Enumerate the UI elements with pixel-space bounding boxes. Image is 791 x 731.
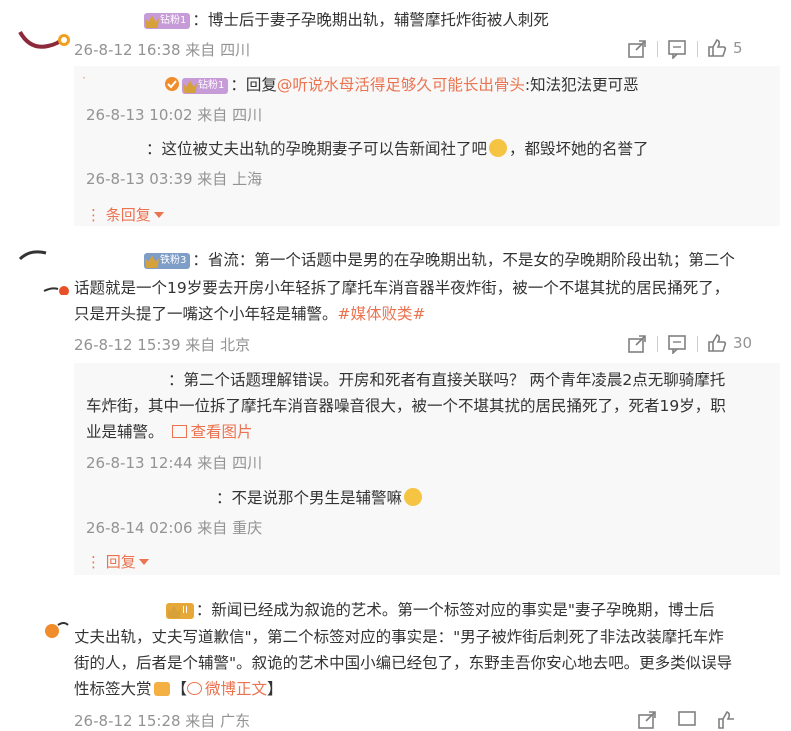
comment-meta: 26-8-12 15:39 来自 北京 (74, 336, 251, 354)
bracket-open: 【 (171, 680, 188, 698)
comment-text: ：博士后于妻子孕晚期出轨，辅警摩托炸街被人刺死 (192, 11, 549, 29)
comment-2: 铁粉3 ：省流：第一个话题中是男的在孕晚期出轨，不是女的孕晚期阶段出轨；第二个 话… (0, 235, 791, 585)
reply-text-line2: 车炸街，其中一位拆了摩托车消音器噪音很大，被一个不堪其扰的居民捅死了，死者19岁… (86, 397, 726, 415)
avatar-fragment-icon[interactable] (18, 28, 70, 58)
reply-prefix: ：回复 (230, 76, 277, 94)
reply-text: ：这位被丈夫出轨的孕晚期妻子可以告新闻社了吧 (146, 140, 488, 158)
share-icon[interactable] (627, 334, 647, 354)
mention-link[interactable]: @听说水母活得足够久可能长出骨头 (277, 76, 525, 94)
reply-meta: 26-8-13 12:44 来自 四川 (86, 454, 263, 472)
comment-meta: 26-8-12 16:38 来自 四川 (74, 41, 251, 59)
reply-meta: 26-8-14 02:06 来自 重庆 (86, 519, 263, 537)
like-icon[interactable] (717, 710, 737, 730)
fan-badge: II (166, 603, 194, 619)
fan-badge: 钻粉1 (182, 78, 229, 94)
pointing-hand-icon (153, 682, 170, 696)
comment-text-line1: ：新闻已经成为叙诡的艺术。第一个标签对应的事实是"妻子孕晚期，博士后 (195, 601, 715, 619)
weibo-post-link[interactable]: 微博正文 (187, 680, 267, 698)
comment-icon[interactable] (667, 39, 687, 59)
comment-text-line4: 性标签大赏 (74, 680, 152, 698)
comment-1: 钻粉1 ：博士后于妻子孕晚期出轨，辅警摩托炸街被人刺死 26-8-12 16:38… (0, 0, 791, 235)
bracket-close: 】 (267, 680, 283, 698)
reply-text: ：不是说那个男生是辅警嘛 (216, 489, 403, 507)
like-count: 30 (733, 334, 753, 352)
comment-icon[interactable] (667, 334, 687, 354)
image-icon (171, 425, 187, 438)
reply-text: :知法犯法更可恶 (524, 76, 639, 94)
reply-meta: 26-8-13 03:39 来自 上海 (86, 170, 263, 188)
comment-meta: 26-8-12 15:28 来自 广东 (74, 712, 251, 730)
share-icon[interactable] (627, 39, 647, 59)
reply-block: · 钻粉1 ：回复@听说水母活得足够久可能长出骨头:知法犯法更可恶 26-8-13… (74, 66, 780, 226)
comment-text-line3: 街的人，后者是个辅警"。叙诡的艺术中国小编已经包了，东野圭吾你安心地去吧。更多类… (74, 654, 733, 672)
laughing-emoji-icon (404, 488, 423, 506)
verified-icon (165, 77, 179, 91)
view-image-link[interactable]: 查看图片 (164, 423, 253, 441)
reply-meta: 26-8-13 10:02 来自 四川 (86, 106, 263, 124)
reply-block: ：第二个话题理解错误。开房和死者有直接关联吗？ 两个青年凌晨2点无聊骑摩托 车炸… (74, 363, 780, 575)
more-replies-link[interactable]: ⋮ 条回复 (86, 204, 164, 225)
avatar-fragment-icon[interactable] (18, 245, 70, 295)
user-dot-icon: · (82, 71, 86, 85)
reply-text-line1: ：第二个话题理解错误。开房和死者有直接关联吗？ 两个青年凌晨2点无聊骑摩托 (168, 371, 726, 389)
crying-emoji-icon (489, 139, 508, 157)
reply-text-tail: ，都毁坏她的名誉了 (509, 140, 649, 158)
comment-text-line3: 只是开头提了一嘴这个小年轻是辅警。 (74, 305, 338, 323)
comment-text-line1: ：省流：第一个话题中是男的在孕晚期出轨，不是女的孕晚期阶段出轨；第二个 (192, 251, 735, 269)
comment-3: II ：新闻已经成为叙诡的艺术。第一个标签对应的事实是"妻子孕晚期，博士后 丈夫出… (0, 585, 791, 730)
hashtag-link[interactable]: #媒体败类# (338, 305, 426, 323)
more-replies-link[interactable]: ⋮ 回复 (86, 551, 149, 572)
comment-text-line2: 话题就是一个19岁要去开房小年轻拆了摩托车消音器半夜炸街，被一个不堪其扰的居民捅… (74, 279, 730, 297)
comment-icon[interactable] (677, 710, 697, 730)
comment-text-line2: 丈夫出轨，丈夫写道歉信"，第二个标签对应的事实是："男子被炸街后刺死了非法改装摩… (74, 628, 724, 646)
fan-badge: 铁粉3 (144, 253, 191, 269)
fan-badge: 钻粉1 (144, 13, 191, 29)
avatar-fragment-icon[interactable] (40, 619, 70, 641)
reply-text-line3: 业是辅警。 (86, 423, 164, 441)
like-icon[interactable] (707, 333, 727, 353)
like-icon[interactable] (707, 38, 727, 58)
like-count: 5 (733, 39, 743, 57)
weibo-logo-icon (187, 682, 203, 695)
share-icon[interactable] (637, 710, 657, 730)
